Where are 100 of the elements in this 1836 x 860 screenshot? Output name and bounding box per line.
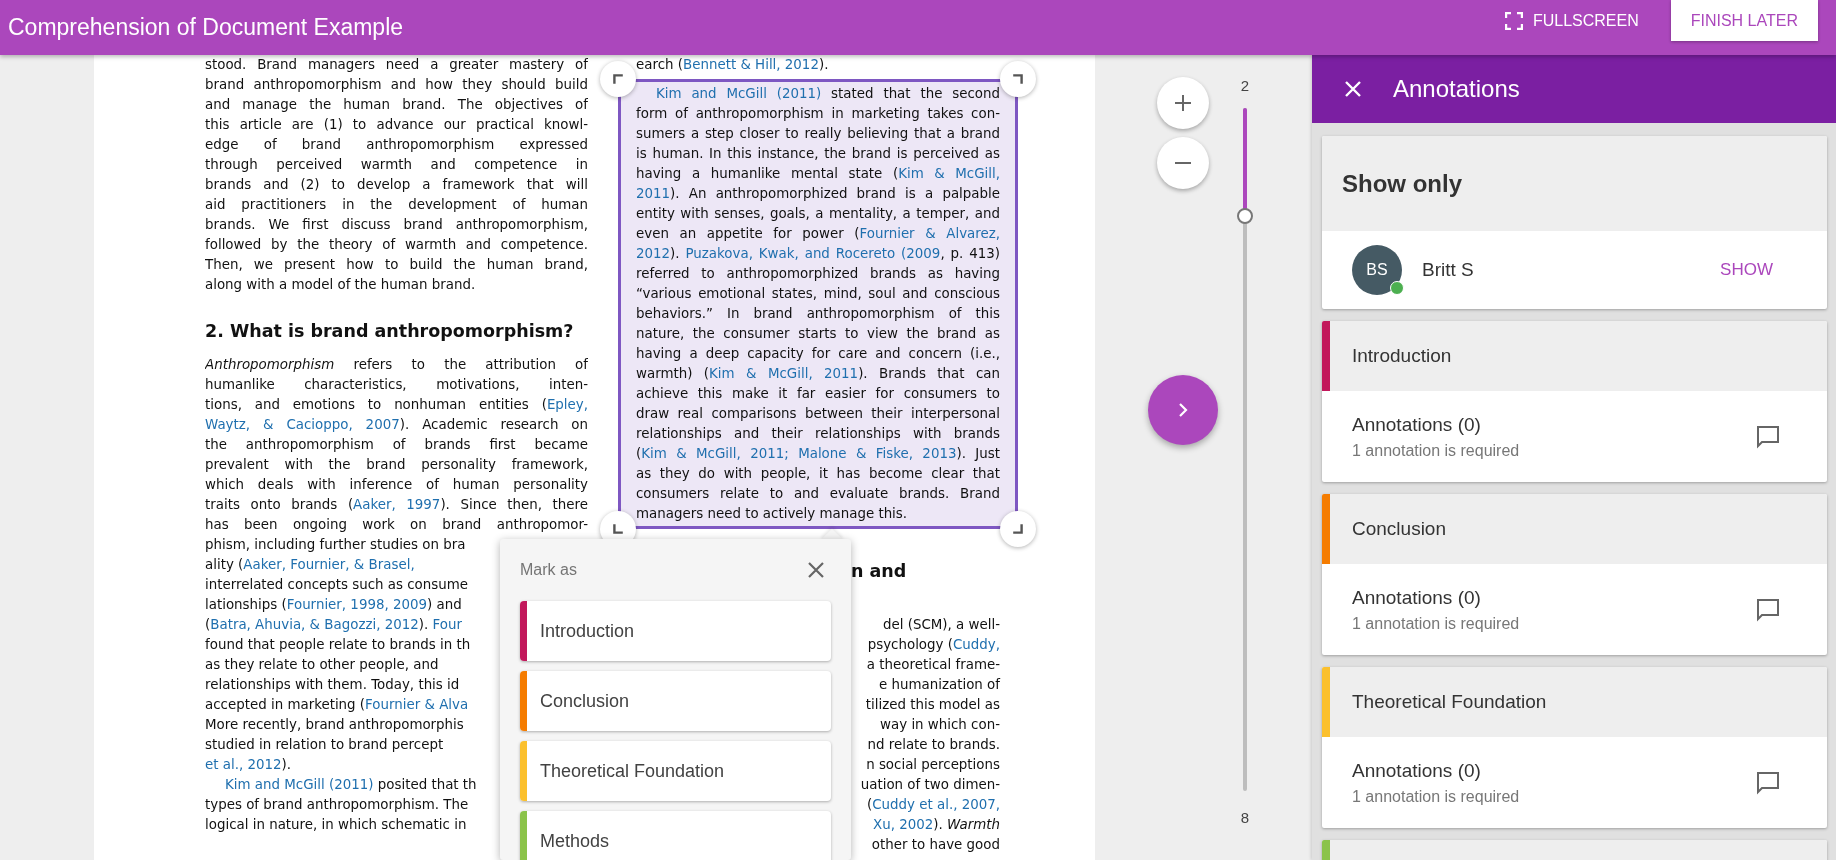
document-text-line: other to have good — [871, 836, 1000, 854]
corner-icon — [1012, 523, 1024, 535]
document-text-line: a theoretical frame- — [866, 656, 1000, 674]
citation-link[interactable]: Fournier, 1998, 2009 — [286, 597, 428, 612]
document-text-line: (Batra, Ahuvia, & Bagozzi, 2012). Four — [205, 616, 462, 634]
document-text-line: brands. We first discuss brand anthropomorphism, — [205, 216, 588, 234]
annotation-count: Annotations (0) — [1352, 413, 1482, 436]
document-text-line: logical in nature, in which schematic in — [205, 816, 467, 834]
document-text-line: Anthropomorphism refers to the attribution of — [205, 356, 588, 374]
document-text-line: followed by the theory of warmth and competence. — [205, 236, 588, 254]
corner-icon — [612, 523, 624, 535]
document-text-line: is human. In this instance, the brand is perceived as — [636, 145, 1000, 163]
document-text-line: brand anthropomorphism and how they should build — [205, 76, 588, 94]
mark-as-option[interactable]: Conclusion — [520, 671, 831, 731]
document-text-line: has been ongoing work on brand anthropomor- — [205, 516, 588, 534]
document-text-line: stood. Brand managers need a greater mastery of — [205, 56, 588, 74]
document-text-line: warmth) (Kim & McGill, 2011). Brands that can — [636, 365, 1000, 383]
next-button[interactable] — [1148, 375, 1218, 445]
comment-icon[interactable] — [1755, 769, 1781, 796]
document-text-line: managers need to actively manage this. — [636, 505, 908, 523]
citation-link[interactable]: Aaker, Fournier, & Brasel, — [243, 557, 415, 572]
mark-as-option[interactable]: Theoretical Foundation — [520, 741, 831, 801]
citation-link[interactable]: Cuddy et al., 2007, — [872, 797, 1000, 812]
document-text-line: draw real comparisons between their interpersonal — [636, 405, 1000, 423]
annotation-count: Annotations (0) — [1352, 759, 1482, 782]
citation-link[interactable]: Waytz, & Cacioppo, 2007 — [205, 417, 400, 432]
app-title: Comprehension of Document Example — [8, 14, 404, 41]
citation-link[interactable]: Bennett & Hill, 2012 — [683, 57, 819, 72]
citation-link[interactable]: et al., 2012 — [205, 757, 282, 772]
document-text-line: 2011). An anthropomorphized brand is a palpable — [636, 185, 1000, 203]
comment-icon[interactable] — [1755, 596, 1781, 623]
document-text-line: studied in relation to brand percept — [205, 736, 444, 754]
selection-handle[interactable] — [1000, 61, 1036, 97]
document-text-line: found that people relate to brands in th — [205, 636, 471, 654]
finish-later-button[interactable]: FINISH LATER — [1670, 0, 1818, 41]
citation-link[interactable]: Fournier & Alva — [365, 697, 469, 712]
document-text-line: relationships with them. Today, this id — [205, 676, 460, 694]
corner-icon — [1012, 73, 1024, 85]
citation-link[interactable]: 2012 — [636, 246, 671, 261]
plus-icon — [1173, 93, 1193, 113]
document-text-line: (Cuddy et al., 2007, — [866, 796, 1000, 814]
selection-handle[interactable] — [1000, 511, 1036, 547]
section-heading: 2. What is brand anthropomorphism? — [205, 320, 574, 343]
document-text-line: behaviors.” In brand anthropomorphism of this — [636, 305, 1000, 323]
show-button[interactable]: SHOW — [1716, 256, 1777, 284]
document-text-line: humanlike characteristics, motivations, inten- — [205, 376, 588, 394]
document-text-line: consumers relate to and evaluate brands. Brand — [636, 485, 1000, 503]
document-text-line: tilized this model as — [865, 696, 1000, 714]
zoom-in-button[interactable] — [1157, 77, 1209, 129]
document-text-line: nd relate to brands. — [867, 736, 1000, 754]
citation-link[interactable]: Kim & McGill, 2011 — [709, 366, 859, 381]
section-title: Theoretical Foundation — [1351, 691, 1547, 713]
citation-link[interactable]: Epley, — [546, 397, 588, 412]
document-text-line: uation of two dimen- — [860, 776, 1000, 794]
document-text-line: edge of brand anthropomorphism expressed — [205, 136, 588, 154]
document-text-line: referred to anthropomorphized brands as having — [636, 265, 1000, 283]
citation-link[interactable]: 2011 — [636, 186, 671, 201]
citation-link[interactable]: Cuddy, — [952, 637, 1000, 652]
citation-link[interactable]: Puzakova, Kwak, and Rocereto (2009 — [685, 246, 941, 261]
document-text-line: having a deep capacity for care and concern (i.e., — [636, 345, 1000, 363]
section-title: Conclusion — [1351, 518, 1446, 540]
slider-thumb[interactable] — [1237, 208, 1253, 225]
fullscreen-icon — [1504, 12, 1523, 30]
citation-link[interactable]: Batra, Ahuvia, & Bagozzi, 2012 — [210, 617, 419, 632]
minus-icon — [1173, 162, 1193, 164]
chevron-right-icon — [1176, 401, 1190, 419]
document-text-line: the anthropomorphism of brands first became — [205, 436, 588, 454]
document-text-line: as they do with people, it has become clear that — [636, 465, 1000, 483]
citation-link[interactable]: Aaker, 1997 — [353, 497, 441, 512]
document-text-line: prevalent with the brand personality framework, — [205, 456, 588, 474]
mark-as-option[interactable]: Introduction — [520, 601, 831, 661]
document-text-line: entity with senses, goals, a mentality, a temper, and — [636, 205, 1000, 223]
document-text-line: Xu, 2002). Warmth — [873, 816, 1000, 834]
section-heading: n and — [851, 560, 907, 583]
document-text-line: Kim and McGill (2011) posited that th — [224, 776, 477, 794]
zoom-slider[interactable] — [1235, 108, 1255, 791]
fullscreen-button[interactable]: FULLSCREEN — [1500, 8, 1643, 34]
slider-label: 2 — [1240, 77, 1250, 94]
comment-icon[interactable] — [1755, 423, 1781, 450]
document-text-line: lationships (Fournier, 1998, 2009) and — [205, 596, 462, 614]
citation-link[interactable]: Kim & McGill, — [898, 166, 1000, 181]
requirement-note: 1 annotation is required — [1352, 787, 1520, 806]
document-text-line: Kim and McGill (2011) stated that the second — [655, 85, 1000, 103]
close-icon[interactable] — [807, 561, 825, 579]
citation-link[interactable]: Fournier & Alvarez, — [859, 226, 1000, 241]
citation-link[interactable]: Kim and McGill (2011) — [656, 86, 822, 101]
citation-link[interactable]: Kim & McGill, 2011; Malone & Fiske, 2013 — [641, 446, 957, 461]
document-text-line: aid practitioners in the development of human — [205, 196, 588, 214]
mark-as-option[interactable]: Methods — [520, 811, 831, 860]
citation-link[interactable]: Kim and McGill (2011) — [225, 777, 374, 792]
popup-title: Mark as — [520, 561, 577, 579]
document-text-line: Then, we present how to build the human brand, — [205, 256, 588, 274]
citation-link[interactable]: Xu, 2002 — [873, 817, 934, 832]
selection-handle[interactable] — [600, 61, 636, 97]
user-name: Britt S — [1422, 259, 1475, 281]
document-text-line: this article are (1) to advance our practical knowl- — [205, 116, 588, 134]
citation-link[interactable]: Four — [432, 617, 462, 632]
card-title: Show only — [1342, 169, 1462, 198]
document-text-line: psychology (Cuddy, — [867, 636, 1000, 654]
document-text-line: having a humanlike mental state (Kim & McGill, — [636, 165, 1000, 183]
